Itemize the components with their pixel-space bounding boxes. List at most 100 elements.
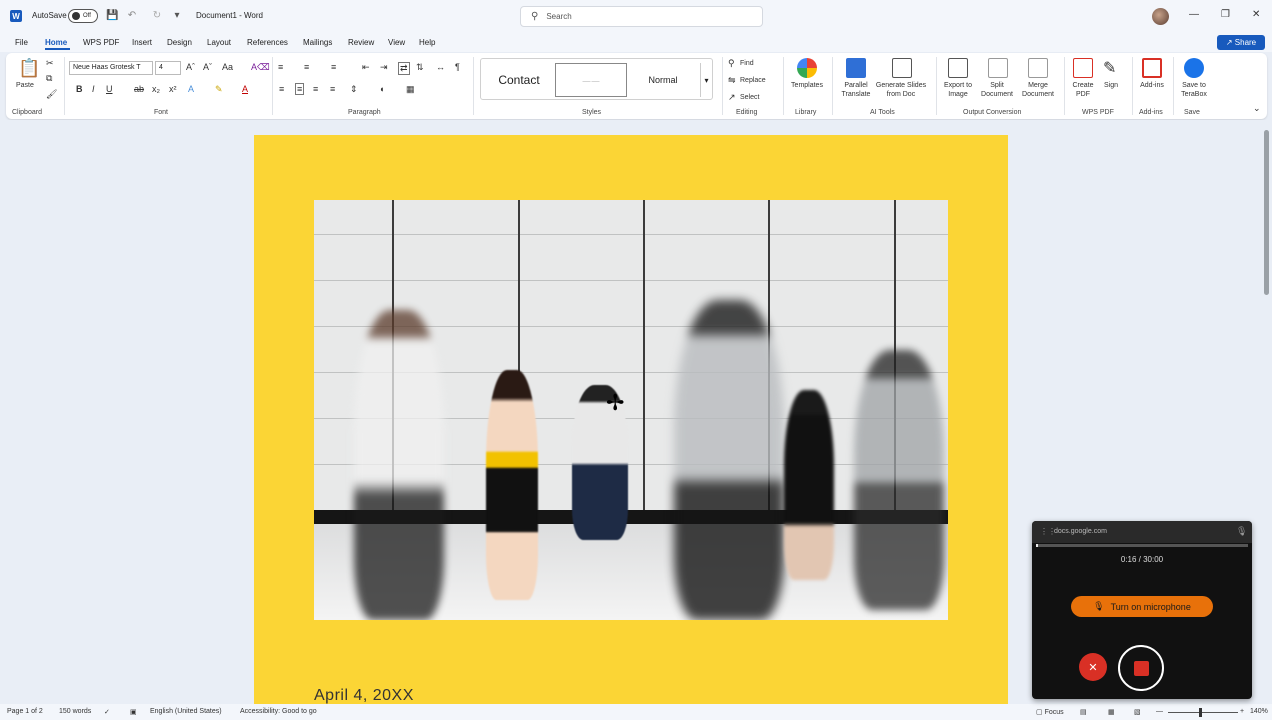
numbering-icon[interactable]: ≡: [304, 62, 309, 72]
tab-file[interactable]: File: [15, 38, 28, 47]
stop-recording-button[interactable]: [1118, 645, 1164, 691]
copy-icon[interactable]: ⧉: [46, 73, 52, 84]
increase-indent-icon[interactable]: ⇥: [380, 62, 388, 73]
font-name-field[interactable]: Neue Haas Grotesk T: [69, 61, 153, 75]
merge-document-icon[interactable]: [1028, 58, 1048, 78]
restore-icon[interactable]: ❐: [1221, 9, 1230, 20]
align-right-icon[interactable]: ≡: [313, 84, 318, 94]
style-selected[interactable]: —— ——: [555, 63, 627, 97]
collapse-ribbon-icon[interactable]: ⌄: [1253, 103, 1261, 114]
generate-slides-button[interactable]: Generate Slides from Doc: [872, 81, 930, 99]
close-icon[interactable]: ✕: [1252, 9, 1260, 20]
text-predictions-icon[interactable]: ▣: [130, 708, 137, 716]
redo-icon[interactable]: ↻: [151, 10, 163, 22]
generate-slides-icon[interactable]: [892, 58, 912, 78]
strikethrough-icon[interactable]: ab: [134, 84, 144, 94]
align-center-icon[interactable]: ≡: [295, 83, 305, 95]
replace-button[interactable]: Replace: [740, 76, 766, 85]
text-direction-icon[interactable]: ⇄: [398, 62, 410, 75]
tab-view[interactable]: View: [388, 38, 405, 47]
autosave-toggle[interactable]: Off: [68, 9, 98, 23]
search-input[interactable]: ⚲ Search: [520, 6, 763, 27]
document-photo[interactable]: [314, 200, 948, 620]
styles-more-icon[interactable]: ▾: [700, 63, 712, 97]
paste-button[interactable]: Paste: [16, 81, 34, 90]
export-image-icon[interactable]: [948, 58, 968, 78]
parallel-translate-icon[interactable]: [846, 58, 866, 78]
style-contact[interactable]: Contact: [485, 63, 553, 97]
parallel-translate-button[interactable]: Parallel Translate: [835, 81, 877, 99]
sign-button[interactable]: Sign: [1102, 81, 1120, 90]
style-normal[interactable]: Normal: [629, 63, 697, 97]
clear-formatting-icon[interactable]: A⌫: [251, 62, 270, 73]
zoom-slider-thumb[interactable]: [1199, 708, 1202, 717]
ltr-icon[interactable]: ↔: [436, 62, 445, 72]
find-button[interactable]: Find: [740, 59, 754, 68]
text-effects-icon[interactable]: A: [188, 84, 194, 94]
zoom-slider[interactable]: [1168, 712, 1238, 713]
share-button[interactable]: ↗ Share: [1217, 35, 1265, 50]
grow-font-icon[interactable]: Aˆ: [186, 62, 195, 72]
borders-icon[interactable]: ▦: [406, 84, 415, 95]
accessibility-status[interactable]: Accessibility: Good to go: [240, 708, 317, 715]
export-image-button[interactable]: Export to Image: [938, 81, 978, 99]
document-page[interactable]: April 4, 20XX: [254, 135, 1008, 704]
turn-on-microphone-button[interactable]: 🎙 Turn on microphone: [1071, 596, 1213, 617]
tab-wps-pdf[interactable]: WPS PDF: [83, 38, 119, 47]
templates-button[interactable]: Templates: [786, 81, 828, 90]
select-button[interactable]: Select: [740, 93, 759, 102]
word-count[interactable]: 150 words: [59, 708, 91, 715]
superscript-icon[interactable]: x²: [169, 84, 177, 94]
change-case-icon[interactable]: Aa: [222, 62, 233, 72]
subscript-icon[interactable]: x₂: [152, 84, 160, 94]
format-painter-icon[interactable]: 🖌: [46, 89, 57, 100]
terabox-icon[interactable]: [1184, 58, 1204, 78]
sort-icon[interactable]: ⇅: [416, 62, 424, 73]
zoom-level[interactable]: 140%: [1250, 708, 1268, 715]
proofing-icon[interactable]: ✓: [104, 708, 110, 716]
find-icon[interactable]: ⚲: [728, 58, 735, 69]
templates-icon[interactable]: [797, 58, 817, 78]
mute-microphone-button[interactable]: ✕: [1079, 653, 1107, 681]
font-color-icon[interactable]: A: [242, 84, 248, 94]
tab-review[interactable]: Review: [348, 38, 374, 47]
tab-references[interactable]: References: [247, 38, 288, 47]
addins-button[interactable]: Add-ins: [1136, 81, 1168, 90]
underline-icon[interactable]: U: [106, 84, 113, 94]
addins-icon[interactable]: [1142, 58, 1162, 78]
line-spacing-icon[interactable]: ⇕: [350, 84, 358, 95]
page-count[interactable]: Page 1 of 2: [7, 708, 43, 715]
split-document-icon[interactable]: [988, 58, 1008, 78]
create-pdf-button[interactable]: Create PDF: [1066, 81, 1100, 99]
zoom-out-icon[interactable]: —: [1156, 708, 1163, 715]
select-icon[interactable]: ↗: [728, 92, 736, 103]
tab-layout[interactable]: Layout: [207, 38, 231, 47]
align-left-icon[interactable]: ≡: [279, 84, 284, 94]
web-layout-icon[interactable]: ▧: [1134, 708, 1141, 716]
customize-icon[interactable]: ▾: [171, 10, 183, 22]
cut-icon[interactable]: ✂: [46, 58, 54, 69]
focus-button[interactable]: ▢ Focus: [1036, 708, 1064, 716]
split-document-button[interactable]: Split Document: [976, 81, 1018, 99]
multilevel-list-icon[interactable]: ≡: [331, 62, 336, 72]
zoom-in-icon[interactable]: +: [1240, 708, 1244, 715]
tab-mailings[interactable]: Mailings: [303, 38, 332, 47]
justify-icon[interactable]: ≡: [330, 84, 335, 94]
merge-document-button[interactable]: Merge Document: [1017, 81, 1059, 99]
scrollbar-thumb[interactable]: [1264, 130, 1269, 295]
save-terabox-button[interactable]: Save to TeraBox: [1176, 81, 1212, 99]
shading-icon[interactable]: ◖: [379, 84, 384, 94]
tab-insert[interactable]: Insert: [132, 38, 152, 47]
undo-icon[interactable]: ↶: [126, 10, 138, 22]
read-mode-icon[interactable]: ▤: [1080, 708, 1087, 716]
decrease-indent-icon[interactable]: ⇤: [362, 62, 370, 73]
bullets-icon[interactable]: ≡: [278, 62, 283, 72]
minimize-icon[interactable]: —: [1189, 9, 1199, 20]
print-layout-icon[interactable]: ▦: [1108, 708, 1115, 716]
create-pdf-icon[interactable]: [1073, 58, 1093, 78]
language-status[interactable]: English (United States): [150, 708, 222, 715]
shrink-font-icon[interactable]: Aˇ: [203, 62, 212, 72]
avatar[interactable]: [1152, 8, 1169, 25]
italic-icon[interactable]: I: [92, 84, 95, 94]
save-icon[interactable]: 💾: [106, 10, 118, 22]
